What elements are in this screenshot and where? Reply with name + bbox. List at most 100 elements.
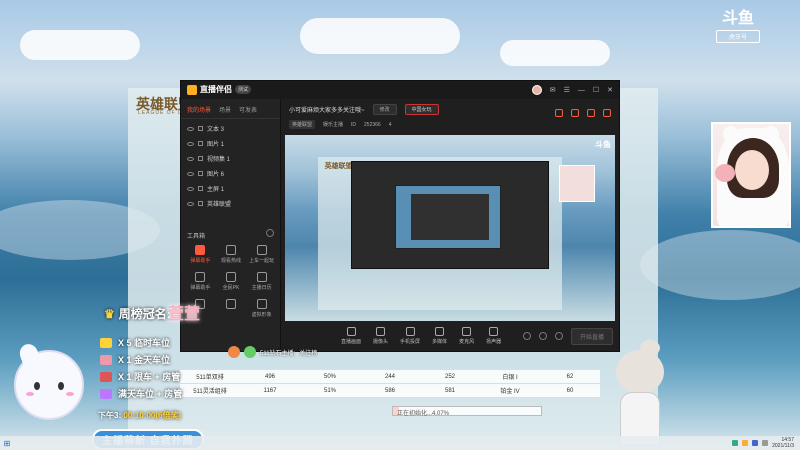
eye-icon[interactable] — [187, 171, 194, 176]
progress-text: 正在初始化...4.07% — [397, 411, 450, 417]
room-meta: 英雄联盟 娱乐主播 ID 252366 4 — [289, 120, 611, 129]
scene-label: 英雄联盟 — [207, 202, 232, 208]
close-icon[interactable]: ✕ — [607, 86, 613, 94]
room-title[interactable]: 小可爱麻烦大家多多关注哦~ — [289, 105, 365, 114]
tray-icon[interactable] — [762, 440, 769, 446]
game-tag[interactable]: 英雄联盟 — [289, 120, 316, 129]
cell: 586 — [384, 387, 395, 394]
menu-icon[interactable]: ☰ — [564, 86, 570, 94]
tray-icon[interactable] — [752, 440, 759, 446]
room-id-label: ID — [351, 121, 357, 128]
tab-publish[interactable]: 可发表 — [239, 105, 257, 114]
scene-item[interactable]: 图片 1 — [181, 136, 280, 151]
tool-ride[interactable]: 上车一起玩 — [246, 245, 277, 264]
chibi-avatar — [600, 340, 680, 446]
maximize-icon[interactable]: ☐ — [593, 86, 599, 94]
eye-icon[interactable] — [187, 141, 194, 146]
eye-icon[interactable] — [187, 126, 194, 131]
bottom-toolbar: 直播画面 摄像头 手机投屏 多媒体 麦克风 扬声器 开始直播 — [281, 321, 619, 351]
douyin-button[interactable] — [587, 109, 595, 118]
avatar-icon — [256, 299, 267, 309]
tool-danmaku[interactable]: 弹幕助手 — [185, 245, 216, 264]
screen-capture-button[interactable]: 直播画面 — [341, 327, 361, 345]
perk-item: X 1 金天车位 — [100, 353, 182, 366]
more-icon[interactable] — [266, 229, 274, 237]
tool-danmaku-2[interactable]: 弹幕助手 — [185, 272, 216, 291]
scene-item[interactable]: 英雄联盟 — [181, 196, 280, 211]
mic-button[interactable]: 麦克风 — [459, 327, 474, 345]
wave — [640, 230, 800, 300]
cell: 581 — [444, 387, 455, 394]
rocket-icon — [100, 371, 112, 382]
cat-ear — [17, 341, 41, 367]
lock-button[interactable] — [571, 109, 579, 118]
bb-label: 手机投屏 — [400, 339, 421, 345]
tray-icon[interactable] — [732, 440, 739, 446]
room-sub: 娱乐主播 — [323, 122, 344, 128]
scene-list: 文本 3 图片 1 视频集 1 图片 6 主屏 1 英雄联盟 — [181, 119, 280, 213]
scene-type-icon — [198, 141, 203, 146]
scene-item[interactable]: 图片 6 — [181, 166, 280, 181]
gear-icon[interactable] — [554, 332, 563, 340]
tab-scenes[interactable]: 场景 — [219, 105, 231, 114]
rocket-icon — [100, 354, 112, 365]
lock-icon — [571, 109, 579, 117]
mail-icon[interactable]: ✉ — [550, 86, 556, 94]
tool-icon — [225, 299, 236, 309]
camera-button[interactable]: 摄像头 — [373, 327, 388, 345]
cell: 496 — [264, 373, 275, 380]
preview-douyu-logo: 斗鱼 — [595, 140, 611, 149]
scene-item[interactable]: 文本 3 — [181, 121, 280, 136]
eye-icon[interactable] — [187, 201, 194, 206]
cell: 244 — [384, 373, 395, 380]
settings-icon[interactable] — [538, 332, 547, 340]
share-button[interactable] — [603, 109, 611, 118]
windows-start-icon[interactable]: ⊞ — [0, 436, 14, 450]
tool-avatar[interactable]: 虚拟形象 — [246, 299, 277, 318]
title-controls: ✉ ☰ — ☐ ✕ — [531, 85, 613, 95]
tool-calendar[interactable]: 主播日历 — [246, 272, 277, 291]
danmaku-icon — [195, 245, 206, 255]
stream-preview[interactable]: 英雄联盟 斗鱼 — [285, 135, 615, 321]
minimize-icon[interactable]: — — [578, 87, 585, 94]
scene-item[interactable]: 主屏 1 — [181, 181, 280, 196]
edit-title-button[interactable]: 修改 — [372, 104, 397, 115]
app-logo: 直播伴侣 测试 — [187, 84, 252, 95]
rank-stats: 511单双排 496 50% 244 252 白银 I 62 511灵活组排 1… — [180, 370, 600, 398]
tool-label: 上车一起玩 — [249, 258, 275, 264]
media-button[interactable]: 多媒体 — [432, 327, 447, 345]
rocket-icon — [100, 388, 112, 399]
speaker-button[interactable]: 扬声器 — [486, 327, 501, 345]
media-icon — [435, 327, 445, 336]
clock-date: 2021/11/3 — [772, 443, 794, 449]
cat-blush — [66, 392, 74, 396]
webcam-overlay — [711, 122, 791, 228]
hood-ear — [723, 126, 739, 142]
scene-label: 文本 3 — [207, 127, 225, 133]
eye-icon[interactable] — [187, 156, 194, 161]
tool-label: 弹幕助手 — [190, 285, 211, 291]
tool-hotline[interactable]: 观看热线 — [216, 245, 247, 264]
eye-icon[interactable] — [187, 186, 194, 191]
cloud — [500, 40, 610, 66]
clock[interactable]: 14:57 2021/11/3 — [772, 437, 794, 449]
category-button[interactable]: 中国女玩 — [404, 104, 439, 115]
cell: 60 — [566, 387, 574, 394]
app-logo-icon — [187, 84, 197, 95]
rank-name: 萱萱 — [168, 306, 201, 323]
phone-cast-button[interactable]: 手机投屏 — [400, 327, 420, 345]
title-bar[interactable]: 直播伴侣 测试 ✉ ☰ — ☐ ✕ — [181, 81, 619, 99]
share-icon — [603, 109, 611, 117]
avatar[interactable] — [531, 85, 542, 95]
tray-icon[interactable] — [742, 440, 749, 446]
video-icon[interactable] — [522, 332, 531, 340]
tool-extra-2[interactable] — [216, 299, 247, 318]
viewer-count: 252366 — [364, 121, 381, 128]
gift-button[interactable] — [555, 109, 563, 118]
tab-my-scenes[interactable]: 我的场景 — [187, 105, 211, 114]
scene-item[interactable]: 视频集 1 — [181, 151, 280, 166]
tool-pk[interactable]: 全民PK — [216, 272, 247, 291]
room-info-bar: 小可爱麻烦大家多多关注哦~ 修改 中国女玩 英雄联盟 娱乐主播 ID 25236… — [281, 99, 619, 133]
bb-label: 摄像头 — [373, 339, 389, 345]
monitor-icon — [346, 327, 356, 336]
